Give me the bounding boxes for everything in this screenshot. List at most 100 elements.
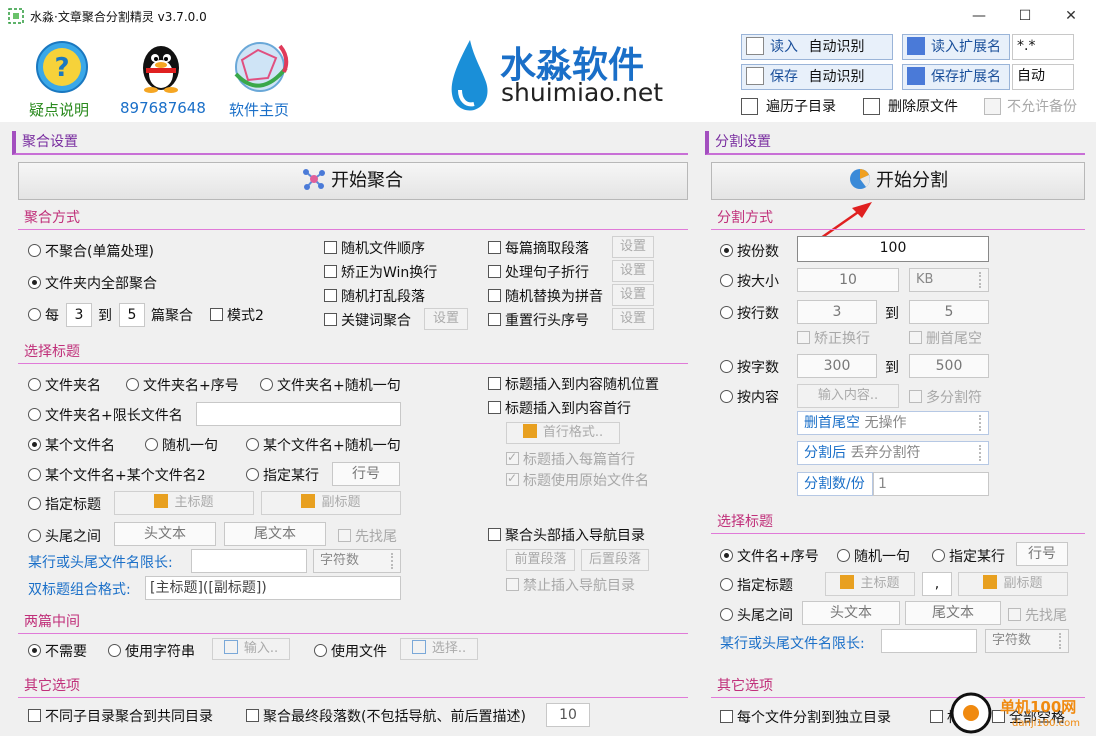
tail-text-field[interactable]: 尾文本 [224,522,326,546]
chars-to-field[interactable]: 500 [909,354,989,378]
merge-nav-checkbox[interactable]: 聚合头部插入导航目录 [488,525,645,545]
specified-line-radio[interactable]: 指定某行 [246,465,319,485]
split-random-sentence-radio[interactable]: 随机一句 [837,546,910,566]
folder-name-seq-radio[interactable]: 文件夹名+序号 [126,375,239,395]
main-title-button[interactable]: 主标题 [114,491,254,515]
traverse-subdir-checkbox[interactable]: 遍历子目录 [741,96,836,116]
pinyin-set-button[interactable]: 设置 [612,284,654,306]
fix-win-newline-checkbox[interactable]: 矫正为Win换行 [324,262,437,282]
delete-head-tail-combo[interactable]: 删首尾空 无操作 [797,411,989,435]
every-n-radio[interactable]: 每 [28,305,59,325]
save-encoding-button[interactable]: 保存 自动识别 [741,64,893,90]
read-ext-button[interactable]: 读入扩展名 [902,34,1010,60]
all-in-folder-radio[interactable]: 文件夹内全部聚合 [28,273,157,293]
random-pinyin-checkbox[interactable]: 随机替换为拼音 [488,286,603,306]
by-content-radio[interactable]: 按内容 [720,387,779,407]
head-first-checkbox[interactable]: 先找尾 [338,526,397,546]
size-unit-combo[interactable]: KB [909,268,989,292]
split-head-first-checkbox[interactable]: 先找尾 [1008,605,1067,625]
a-file-name-radio[interactable]: 某个文件名 [28,435,115,455]
reset-line-numbers-checkbox[interactable]: 重置行头序号 [488,310,589,330]
wrap-set-button[interactable]: 设置 [612,260,654,282]
input-content-button[interactable]: 输入内容.. [797,384,899,408]
limit-field[interactable] [191,549,307,573]
split-between-radio[interactable]: 头尾之间 [720,605,793,625]
between-radio[interactable]: 头尾之间 [28,526,101,546]
a-file-random-radio[interactable]: 某个文件名+随机一句 [246,435,401,455]
keyword-merge-checkbox[interactable]: 关键词聚合 [324,310,411,330]
prefix-para-button[interactable]: 前置段落 [506,549,575,571]
merge-from-field[interactable]: 3 [66,303,92,327]
close-icon[interactable]: ✕ [1056,4,1086,28]
specified-title-radio[interactable]: 指定标题 [28,494,101,514]
homepage-link[interactable]: 软件主页 [229,99,289,120]
multi-sep-checkbox[interactable]: 多分割符 [909,387,982,407]
use-original-name-checkbox[interactable]: 标题使用原始文件名 [506,470,649,490]
minimize-icon[interactable]: — [964,4,994,28]
after-split-combo[interactable]: 分割后 丢弃分割符 [797,441,989,465]
fix-newline-checkbox[interactable]: 矫正换行 [797,328,870,348]
lines-from-field[interactable]: 3 [797,300,877,324]
split-sub-title-button[interactable]: 副标题 [958,572,1068,596]
final-para-checkbox[interactable]: 聚合最终段落数(不包括导航、前后置描述) [246,706,526,726]
sub-title-button[interactable]: 副标题 [261,491,401,515]
each-file-dir-checkbox[interactable]: 每个文件分割到独立目录 [720,707,891,727]
help-link[interactable]: 疑点说明 [29,99,89,120]
parts-field[interactable]: 100 [797,236,989,262]
use-string-radio[interactable]: 使用字符串 [108,641,195,661]
read-encoding-button[interactable]: 读入 自动识别 [741,34,893,60]
save-ext-field[interactable]: 自动 [1012,64,1074,90]
split-limit-field[interactable] [881,629,977,653]
sentence-wrap-checkbox[interactable]: 处理句子折行 [488,262,589,282]
line-number-set-button[interactable]: 设置 [612,308,654,330]
merge-to-field[interactable]: 5 [119,303,145,327]
split-main-title-button[interactable]: 主标题 [825,572,915,596]
maximize-icon[interactable]: ☐ [1010,4,1040,28]
globe-icon[interactable] [228,38,292,96]
final-para-field[interactable]: 10 [546,703,590,727]
insert-each-first-checkbox[interactable]: 标题插入每篇首行 [506,449,635,469]
diff-subdir-checkbox[interactable]: 不同子目录聚合到共同目录 [28,706,213,726]
split-count-field[interactable]: 1 [873,472,989,496]
double-format-field[interactable]: [主标题]([副标题]) [145,576,401,600]
start-split-button[interactable]: 开始分割 [711,162,1085,200]
random-sentence-radio[interactable]: 随机一句 [145,435,218,455]
none-radio[interactable]: 不需要 [28,641,87,661]
each-extract-checkbox[interactable]: 每篇摘取段落 [488,238,589,258]
keyword-set-button[interactable]: 设置 [424,308,468,330]
read-ext-field[interactable]: *.* [1012,34,1074,60]
random-order-checkbox[interactable]: 随机文件顺序 [324,238,425,258]
chars-from-field[interactable]: 300 [797,354,877,378]
random-shuffle-checkbox[interactable]: 随机打乱段落 [324,286,425,306]
disable-nav-checkbox[interactable]: 禁止插入导航目录 [506,575,635,595]
split-head-text-field[interactable]: 头文本 [802,601,900,625]
by-parts-radio[interactable]: 按份数 [720,241,779,261]
a-file-two-radio[interactable]: 某个文件名+某个文件名2 [28,465,206,485]
split-specified-line-radio[interactable]: 指定某行 [932,546,1005,566]
suffix-para-button[interactable]: 后置段落 [581,549,649,571]
save-ext-button[interactable]: 保存扩展名 [902,64,1010,90]
by-chars-radio[interactable]: 按字数 [720,357,779,377]
folder-name-limit-field[interactable] [196,402,401,426]
qq-number-link[interactable]: 897687648 [120,99,206,117]
qq-penguin-icon[interactable] [138,38,184,94]
start-merge-button[interactable]: 开始聚合 [18,162,688,200]
folder-name-random-radio[interactable]: 文件夹名+随机一句 [260,375,401,395]
lines-to-field[interactable]: 5 [909,300,989,324]
size-field[interactable]: 10 [797,268,899,292]
select-file-button[interactable]: 选择.. [400,638,478,660]
char-count-combo[interactable]: 字符数 [313,549,401,573]
no-merge-radio[interactable]: 不聚合(单篇处理) [28,241,154,261]
title-separator-field[interactable]: , [922,572,952,596]
by-lines-radio[interactable]: 按行数 [720,303,779,323]
head-text-field[interactable]: 头文本 [114,522,216,546]
split-tail-text-field[interactable]: 尾文本 [905,601,1001,625]
split-specified-title-radio[interactable]: 指定标题 [720,575,793,595]
folder-name-radio[interactable]: 文件夹名 [28,375,101,395]
file-name-seq-radio[interactable]: 文件名+序号 [720,546,819,566]
input-string-button[interactable]: 输入.. [212,638,290,660]
first-line-format-button[interactable]: 首行格式.. [506,422,620,444]
split-char-count-combo[interactable]: 字符数 [985,629,1069,653]
insert-first-checkbox[interactable]: 标题插入到内容首行 [488,398,631,418]
mode2-checkbox[interactable]: 模式2 [210,305,264,325]
